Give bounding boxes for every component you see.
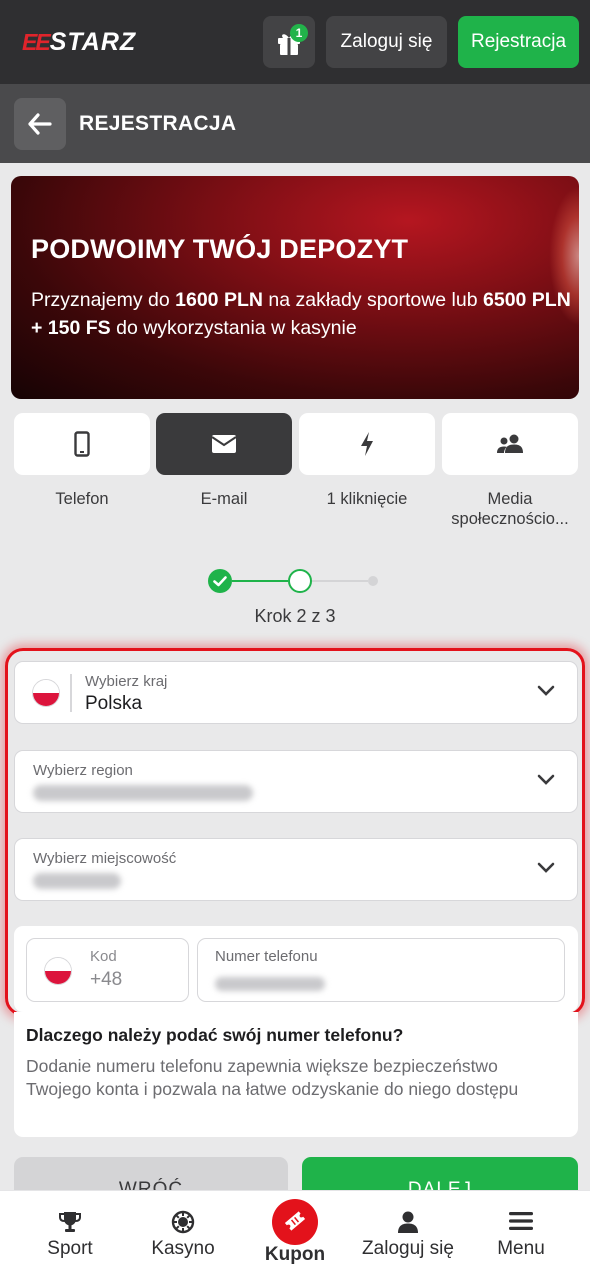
tab-social-media-label: Media społecznościo... — [451, 490, 569, 528]
gift-button[interactable]: 1 — [263, 16, 315, 68]
lightning-icon — [361, 432, 373, 456]
envelope-icon — [211, 435, 237, 453]
back-button[interactable] — [14, 98, 66, 150]
trophy-icon — [59, 1212, 81, 1232]
tab-phone-label: Telefon — [55, 490, 109, 508]
nav-menu-label: Menu — [497, 1238, 545, 1259]
users-icon — [497, 434, 523, 453]
check-icon — [213, 576, 227, 587]
page-header: REJESTRACJA — [0, 84, 590, 163]
tab-one-click-label: 1 kliknięcie — [326, 490, 408, 508]
nav-coupon[interactable]: Kupon — [236, 1191, 354, 1280]
nav-login-label: Zaloguj się — [362, 1238, 454, 1259]
tab-one-click[interactable] — [299, 413, 435, 475]
info-question: Dlaczego należy podać swój numer telefon… — [26, 1025, 404, 1045]
step-counter: Krok 2 z 3 — [254, 606, 336, 626]
nav-casino-label: Kasyno — [151, 1238, 215, 1259]
tab-phone[interactable] — [14, 413, 150, 475]
user-icon — [398, 1211, 418, 1233]
starz-logo[interactable]: EE STARZ — [22, 28, 136, 56]
form-highlight-outline — [5, 648, 585, 1016]
banner-headline: PODWOIMY TWÓJ DEPOZYT — [31, 234, 409, 264]
hamburger-icon — [509, 1212, 533, 1230]
coupon-button[interactable] — [272, 1199, 318, 1245]
step-1-complete — [208, 569, 232, 593]
casino-chip-icon — [171, 1210, 195, 1234]
phone-icon — [74, 431, 90, 457]
phone-info-card: Dlaczego należy podać swój numer telefon… — [14, 1012, 578, 1137]
top-bar: EE STARZ 1 Zaloguj się Rejestracja — [0, 0, 590, 84]
stepper-line-pending — [312, 580, 368, 582]
banner-text: Przyznajemy do 1600 PLN na zakłady sport… — [31, 289, 571, 339]
nav-sport-label: Sport — [47, 1238, 93, 1259]
bottom-navigation: Sport Kasyno Kupon Zaloguj się Menu — [0, 1190, 590, 1280]
nav-casino[interactable]: Kasyno — [124, 1191, 242, 1280]
tab-social-media[interactable] — [442, 413, 578, 475]
tab-email[interactable] — [156, 413, 292, 475]
register-button[interactable]: Rejestracja — [458, 16, 579, 68]
nav-sport[interactable]: Sport — [11, 1191, 129, 1280]
promo-banner: PODWOIMY TWÓJ DEPOZYT Przyznajemy do 160… — [11, 176, 579, 399]
arrow-left-icon — [28, 113, 52, 135]
info-answer: Dodanie numeru telefonu zapewnia większe… — [26, 1056, 519, 1099]
step-3-pending — [368, 576, 378, 586]
login-button[interactable]: Zaloguj się — [326, 16, 447, 68]
step-2-current — [288, 569, 312, 593]
nav-coupon-label: Kupon — [264, 1244, 326, 1265]
gift-count-badge: 1 — [290, 24, 308, 42]
nav-login[interactable]: Zaloguj się — [349, 1191, 467, 1280]
nav-menu[interactable]: Menu — [462, 1191, 580, 1280]
page-title: REJESTRACJA — [79, 112, 237, 135]
stepper-line-complete — [232, 580, 288, 582]
tab-email-label: E-mail — [200, 490, 248, 508]
ticket-icon — [284, 1211, 306, 1231]
